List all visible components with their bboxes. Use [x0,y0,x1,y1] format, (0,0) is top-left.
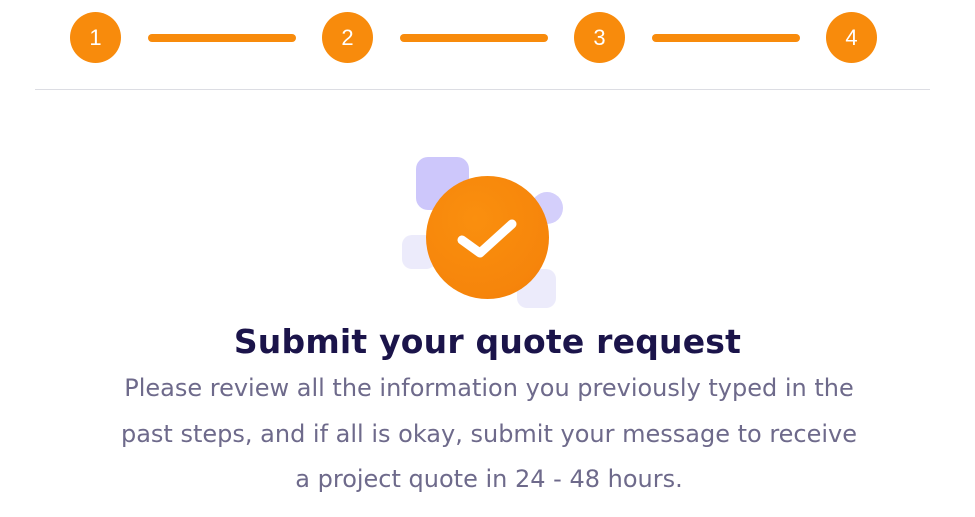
step-connector-1-2 [148,34,296,42]
page-description: Please review all the information you pr… [120,374,858,493]
progress-stepper: 1 2 3 4 [70,12,877,63]
step-1-indicator[interactable]: 1 [70,12,121,63]
step-3-indicator[interactable]: 3 [574,12,625,63]
step-connector-3-4 [652,34,800,42]
page-title: Submit your quote request [233,322,742,361]
step-connector-2-3 [400,34,548,42]
checkmark-icon [457,219,516,257]
success-illustration [400,155,570,310]
check-circle [426,176,549,299]
header-divider [35,89,930,90]
step-4-indicator[interactable]: 4 [826,12,877,63]
step-2-indicator[interactable]: 2 [322,12,373,63]
